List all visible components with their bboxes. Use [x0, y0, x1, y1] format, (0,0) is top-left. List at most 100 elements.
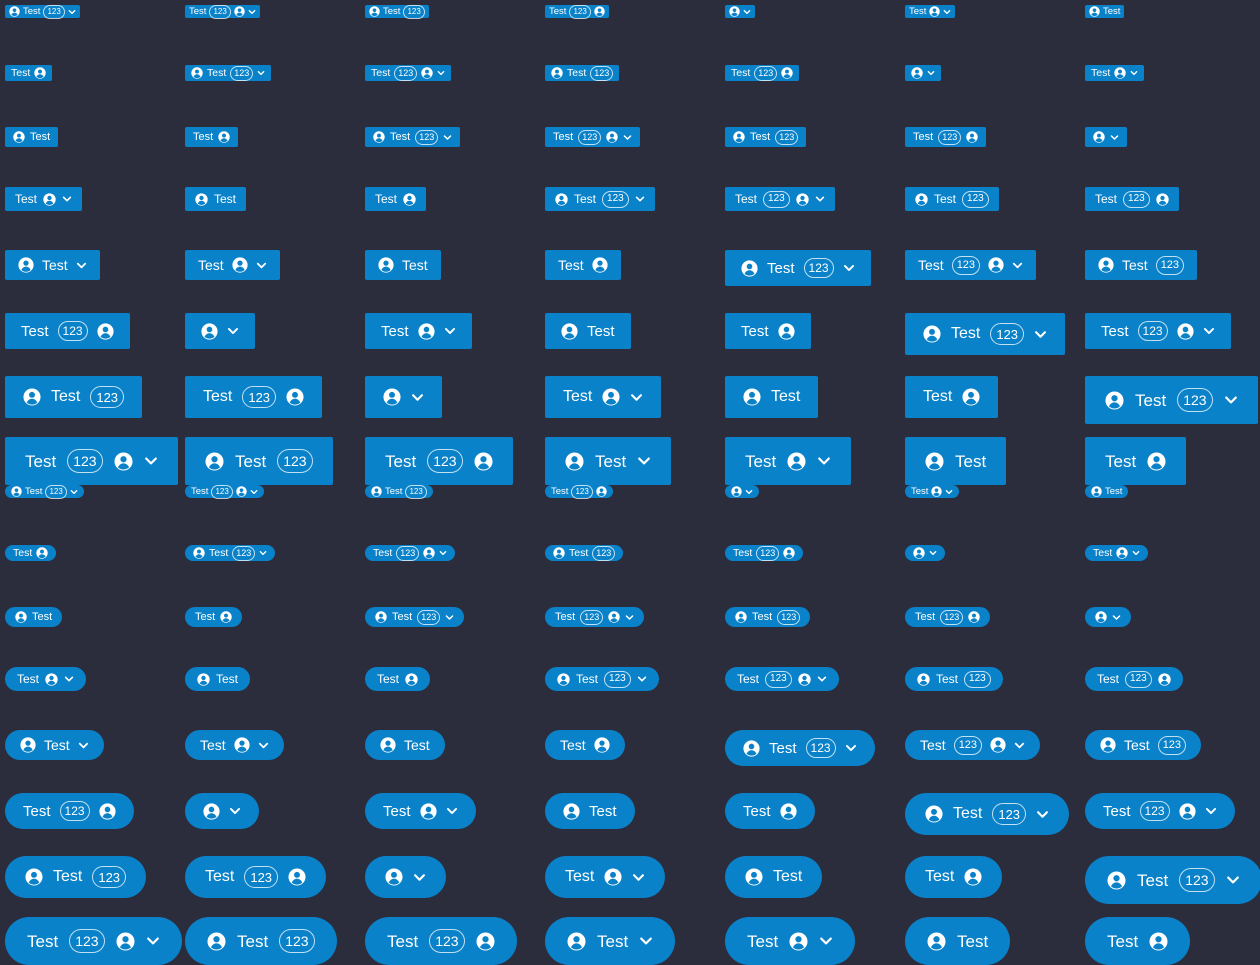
test-button[interactable]: Test	[1085, 437, 1187, 485]
test-button[interactable]: Test	[545, 313, 631, 349]
test-button[interactable]: Test 123	[545, 484, 613, 499]
test-button[interactable]: Test	[725, 917, 856, 965]
test-button[interactable]	[725, 485, 759, 498]
test-button[interactable]: Test 123	[365, 607, 465, 627]
test-button[interactable]	[1085, 127, 1127, 147]
test-button[interactable]: Test	[545, 437, 672, 485]
test-button[interactable]: Test 123	[1085, 793, 1235, 829]
test-button[interactable]: Test	[185, 187, 247, 211]
test-button[interactable]: Test 123	[5, 484, 84, 499]
test-button[interactable]: Test	[185, 607, 243, 627]
test-button[interactable]: Test 123	[365, 917, 517, 965]
test-button[interactable]: Test	[905, 485, 960, 498]
test-button[interactable]: Test	[365, 250, 441, 280]
test-button[interactable]: Test	[1085, 65, 1145, 81]
test-button[interactable]: Test 123	[5, 313, 130, 349]
test-button[interactable]	[905, 65, 941, 81]
test-button[interactable]: Test	[365, 793, 476, 829]
test-button[interactable]: Test 123	[905, 250, 1037, 280]
test-button[interactable]: Test 123	[545, 607, 645, 627]
test-button[interactable]: Test	[905, 917, 1011, 965]
test-button[interactable]: Test 123	[725, 127, 807, 147]
test-button[interactable]: Test 123	[725, 187, 835, 211]
test-button[interactable]: Test	[5, 730, 104, 760]
test-button[interactable]: Test	[5, 607, 63, 627]
test-button[interactable]: Test 123	[185, 484, 264, 499]
test-button[interactable]: Test	[185, 250, 280, 280]
test-button[interactable]: Test 123	[365, 4, 429, 19]
test-button[interactable]: Test 123	[1085, 187, 1179, 211]
test-button[interactable]: Test 123	[905, 793, 1070, 835]
test-button[interactable]: Test 123	[365, 127, 461, 147]
test-button[interactable]: Test	[1085, 5, 1125, 18]
test-button[interactable]: Test	[725, 793, 815, 829]
test-button[interactable]: Test 123	[905, 187, 999, 211]
test-button[interactable]: Test	[725, 376, 819, 418]
test-button[interactable]: Test	[185, 127, 239, 147]
test-button[interactable]: Test 123	[1085, 730, 1202, 760]
test-button[interactable]: Test 123	[5, 856, 147, 898]
test-button[interactable]: Test 123	[905, 607, 991, 627]
test-button[interactable]: Test	[1085, 485, 1129, 498]
test-button[interactable]: Test 123	[5, 917, 182, 965]
test-button[interactable]	[905, 545, 945, 561]
test-button[interactable]: Test 123	[5, 4, 80, 19]
test-button[interactable]: Test 123	[725, 250, 871, 286]
test-button[interactable]: Test	[545, 917, 676, 965]
test-button[interactable]	[1085, 607, 1131, 627]
test-button[interactable]	[185, 793, 259, 829]
test-button[interactable]: Test 123	[185, 4, 260, 19]
test-button[interactable]: Test 123	[185, 376, 323, 418]
test-button[interactable]: Test 123	[545, 65, 620, 81]
test-button[interactable]: Test 123	[185, 437, 333, 485]
test-button[interactable]: Test	[5, 545, 57, 561]
test-button[interactable]: Test 123	[365, 545, 456, 561]
test-button[interactable]: Test 123	[545, 4, 609, 19]
test-button[interactable]: Test	[5, 250, 100, 280]
test-button[interactable]: Test 123	[905, 730, 1041, 760]
test-button[interactable]: Test	[1085, 545, 1149, 561]
test-button[interactable]: Test 123	[1085, 313, 1231, 349]
test-button[interactable]: Test	[905, 5, 956, 18]
test-button[interactable]: Test 123	[5, 376, 143, 418]
test-button[interactable]: Test 123	[185, 65, 272, 81]
test-button[interactable]: Test 123	[185, 545, 276, 561]
test-button[interactable]: Test 123	[725, 667, 839, 691]
test-button[interactable]: Test 123	[545, 127, 641, 147]
test-button[interactable]: Test 123	[545, 667, 659, 691]
test-button[interactable]: Test 123	[365, 484, 433, 499]
test-button[interactable]: Test 123	[185, 917, 337, 965]
test-button[interactable]	[725, 5, 755, 18]
test-button[interactable]: Test	[1085, 917, 1191, 965]
test-button[interactable]: Test	[545, 793, 635, 829]
test-button[interactable]: Test 123	[905, 667, 1003, 691]
test-button[interactable]: Test	[725, 437, 852, 485]
test-button[interactable]: Test 123	[725, 545, 804, 561]
test-button[interactable]: Test 123	[365, 65, 452, 81]
test-button[interactable]: Test	[185, 730, 284, 760]
test-button[interactable]: Test	[185, 667, 251, 691]
test-button[interactable]: Test 123	[905, 313, 1066, 355]
test-button[interactable]	[365, 856, 446, 898]
test-button[interactable]: Test	[365, 730, 445, 760]
test-button[interactable]: Test 123	[365, 437, 513, 485]
test-button[interactable]: Test 123	[725, 607, 811, 627]
test-button[interactable]: Test	[5, 667, 87, 691]
test-button[interactable]: Test	[545, 856, 666, 898]
test-button[interactable]: Test	[725, 856, 823, 898]
test-button[interactable]: Test	[545, 376, 662, 418]
test-button[interactable]: Test	[365, 667, 431, 691]
test-button[interactable]: Test 123	[1085, 856, 1260, 904]
test-button[interactable]: Test 123	[5, 793, 134, 829]
test-button[interactable]: Test	[5, 187, 83, 211]
test-button[interactable]	[185, 313, 255, 349]
test-button[interactable]: Test	[545, 250, 621, 280]
test-button[interactable]: Test	[905, 856, 1003, 898]
test-button[interactable]: Test	[365, 313, 472, 349]
test-button[interactable]: Test 123	[1085, 376, 1258, 424]
test-button[interactable]: Test	[5, 65, 53, 81]
test-button[interactable]: Test 123	[725, 730, 875, 766]
test-button[interactable]: Test	[365, 187, 427, 211]
test-button[interactable]: Test 123	[1085, 667, 1183, 691]
test-button[interactable]: Test 123	[545, 545, 624, 561]
